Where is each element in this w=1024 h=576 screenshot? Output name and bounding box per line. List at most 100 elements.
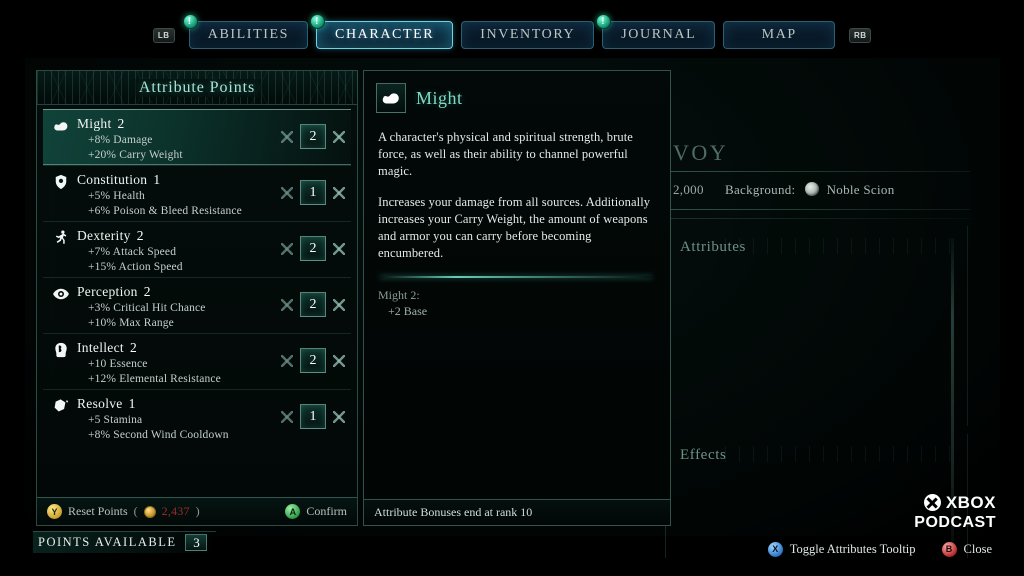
attribute-stepper: 2 [281, 348, 345, 373]
top-tab-bar: LB ! ABILITIES ! CHARACTER INVENTORY ! J… [0, 14, 1024, 52]
tab-map-label: MAP [761, 27, 797, 42]
sheet-divider-mid [665, 209, 970, 210]
tab-journal[interactable]: ! JOURNAL [596, 14, 716, 49]
attribute-bonus-2: +15% Action Speed [88, 261, 183, 273]
decrement-arrow-icon[interactable] [281, 354, 293, 367]
attribute-level: 1 [153, 172, 161, 187]
decrement-arrow-icon[interactable] [281, 242, 293, 255]
b-button-icon: B [941, 541, 957, 557]
tab-abilities-label: ABILITIES [207, 27, 290, 42]
tooltip-footer: Attribute Bonuses end at rank 10 [364, 499, 670, 525]
attribute-name-row: Might 2 [77, 116, 125, 131]
attribute-value: 1 [300, 404, 326, 429]
increment-arrow-icon[interactable] [333, 242, 345, 255]
background-value: Noble Scion [826, 182, 895, 197]
background-label: Background: [725, 182, 796, 197]
increment-arrow-icon[interactable] [333, 298, 345, 311]
eye-icon [51, 284, 71, 304]
attribute-stepper: 1 [281, 404, 345, 429]
points-available-label: POINTS AVAILABLE [38, 535, 177, 549]
gold-coin-icon [143, 505, 156, 518]
tooltip-header: Might [364, 71, 670, 119]
notification-badge-icon: ! [182, 14, 198, 29]
tooltip-title: Might [416, 87, 463, 108]
tab-inventory[interactable]: INVENTORY [461, 21, 595, 49]
attribute-name-row: Perception 2 [77, 284, 151, 299]
attribute-points-panel: Attribute Points Might 2 +8% Damage +20% … [36, 70, 358, 526]
tab-inventory-label: INVENTORY [480, 27, 576, 42]
gem-icon [51, 396, 71, 416]
attribute-level: 2 [117, 116, 125, 131]
watermark-xbox-text: XBOX [945, 493, 996, 512]
character-background-row: Background: Noble Scion [725, 182, 895, 198]
points-available-value: 3 [185, 534, 208, 551]
decrement-arrow-icon[interactable] [281, 130, 293, 143]
character-name-title: VOY [673, 140, 729, 165]
reset-points-label: Reset Points [68, 504, 128, 518]
paren-close: ) [195, 504, 200, 518]
attribute-name-row: Resolve 1 [77, 396, 136, 411]
letterbox-right [1000, 0, 1024, 576]
sheet-divider-top [665, 171, 970, 172]
watermark-podcast-text: PODCAST [914, 514, 996, 531]
tooltip-paragraph-1: A character's physical and spiritual str… [378, 130, 633, 178]
attribute-row-dexterity[interactable]: Dexterity 2 +7% Attack Speed +15% Action … [43, 221, 351, 277]
attribute-stepper: 1 [281, 180, 345, 205]
tab-abilities[interactable]: ! ABILITIES [182, 14, 309, 49]
attribute-level: 2 [129, 340, 137, 355]
points-available-indicator: POINTS AVAILABLE 3 [33, 531, 217, 553]
hint-toggle-label: Toggle Attributes Tooltip [789, 541, 916, 556]
attribute-row-might[interactable]: Might 2 +8% Damage +20% Carry Weight 2 [43, 109, 351, 165]
letterbox-left [0, 0, 25, 576]
y-button-icon: Y [47, 504, 62, 519]
attribute-tooltip-panel: Might A character's physical and spiritu… [363, 70, 671, 526]
attribute-bonus-2: +8% Second Wind Cooldown [88, 429, 229, 441]
attribute-panel-header: Attribute Points [37, 71, 357, 105]
watermark-line-1: XBOX [914, 494, 996, 511]
attribute-bonus-2: +12% Elemental Resistance [88, 373, 221, 385]
increment-arrow-icon[interactable] [333, 130, 345, 143]
confirm-label: Confirm [306, 504, 347, 518]
tab-character[interactable]: ! CHARACTER [310, 14, 454, 49]
attribute-name: Dexterity [77, 228, 131, 243]
attribute-stepper: 2 [281, 236, 345, 261]
attribute-bonus-2: +20% Carry Weight [88, 149, 183, 161]
attribute-bonus-2: +6% Poison & Bleed Resistance [88, 205, 242, 217]
brain-head-icon [51, 340, 71, 360]
attribute-name: Intellect [77, 340, 124, 355]
tooltip-paragraph-2: Increases your damage from all sources. … [378, 195, 651, 260]
attribute-name: Resolve [77, 396, 123, 411]
attribute-stepper: 2 [281, 124, 345, 149]
attribute-name-row: Constitution 1 [77, 172, 160, 187]
attribute-row-resolve[interactable]: Resolve 1 +5 Stamina +8% Second Wind Cool… [43, 389, 351, 445]
x-button-icon: X [767, 541, 783, 557]
attribute-value: 1 [300, 180, 326, 205]
tab-journal-label: JOURNAL [621, 27, 697, 42]
left-bumper-hint: LB [152, 27, 175, 43]
tab-map[interactable]: MAP [723, 21, 836, 49]
decrement-arrow-icon[interactable] [281, 186, 293, 199]
attribute-value: 2 [300, 236, 326, 261]
attribute-panel-footer: Y Reset Points ( 2,437 ) A Confirm [37, 497, 357, 525]
attribute-level: 1 [128, 396, 136, 411]
attribute-bonus-2: +10% Max Range [88, 317, 174, 329]
attribute-value: 2 [300, 124, 326, 149]
right-bumper-hint: RB [849, 27, 872, 43]
noble-scion-icon [805, 182, 820, 196]
attribute-row-perception[interactable]: Perception 2 +3% Critical Hit Chance +10%… [43, 277, 351, 333]
confirm-action[interactable]: A Confirm [285, 504, 347, 519]
tooltip-rank-block: Might 2: +2 Base [378, 287, 654, 319]
runner-icon [51, 228, 71, 248]
sheet-divider-mid-2 [665, 218, 970, 219]
attribute-row-intellect[interactable]: Intellect 2 +10 Essence +12% Elemental Re… [43, 333, 351, 389]
tooltip-body: A character's physical and spiritual str… [364, 119, 670, 499]
increment-arrow-icon[interactable] [333, 410, 345, 423]
increment-arrow-icon[interactable] [333, 186, 345, 199]
decrement-arrow-icon[interactable] [281, 298, 293, 311]
reset-points-action[interactable]: Y Reset Points ( 2,437 ) [47, 504, 200, 519]
increment-arrow-icon[interactable] [333, 354, 345, 367]
hint-close[interactable]: B Close [941, 541, 992, 557]
decrement-arrow-icon[interactable] [281, 410, 293, 423]
attribute-row-constitution[interactable]: Constitution 1 +5% Health +6% Poison & Bl… [43, 165, 351, 221]
hint-toggle-attributes-tooltip[interactable]: X Toggle Attributes Tooltip [767, 541, 916, 557]
